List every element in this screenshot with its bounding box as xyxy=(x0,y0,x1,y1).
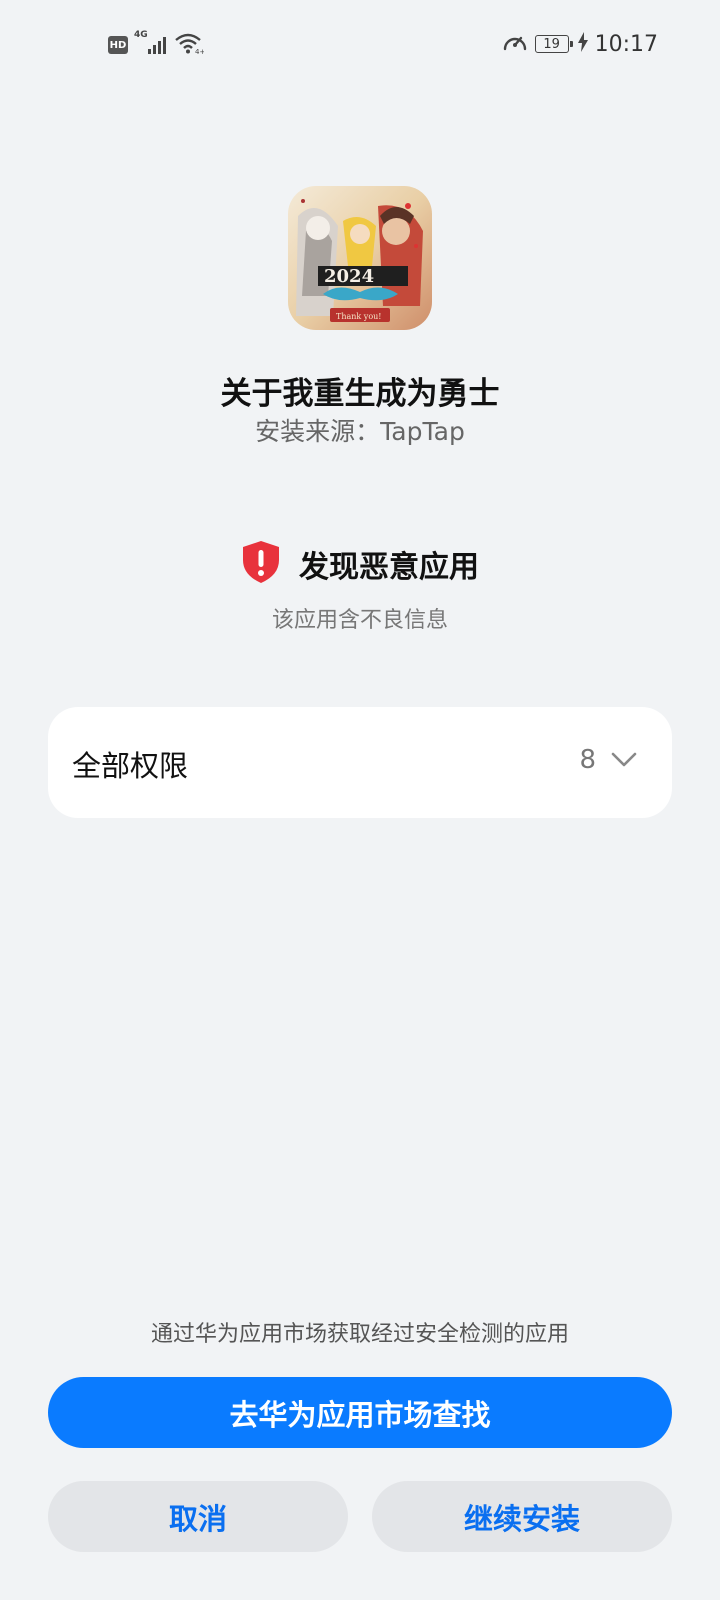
continue-install-button[interactable]: 继续安装 xyxy=(372,1481,672,1552)
battery-level: 19 xyxy=(543,36,560,52)
shield-alert-icon xyxy=(241,540,281,588)
open-app-market-button[interactable]: 去华为应用市场查找 xyxy=(48,1377,672,1448)
app-name: 关于我重生成为勇士 xyxy=(220,376,500,412)
permissions-label: 全部权限 xyxy=(72,749,189,783)
status-right: 19 10:17 xyxy=(502,30,658,58)
warning-description: 该应用含不良信息 xyxy=(271,608,448,633)
footer-note: 通过华为应用市场获取经过安全检测的应用 xyxy=(150,1322,569,1347)
permissions-count: 8 xyxy=(579,745,596,775)
battery-icon: 19 xyxy=(534,35,573,53)
svg-text:4+: 4+ xyxy=(195,48,204,54)
game-artwork-icon: 2024 Thank you! xyxy=(288,186,432,330)
hd-badge: HD xyxy=(108,36,128,54)
clock: 10:17 xyxy=(594,31,658,57)
signal-icon: 4G xyxy=(134,30,168,56)
warning-row: 发现恶意应用 xyxy=(0,540,720,588)
status-bar: HD 4G 4+ 19 10:17 xyxy=(0,0,720,90)
status-left: HD 4G 4+ xyxy=(108,30,205,58)
chevron-down-icon[interactable] xyxy=(610,745,638,777)
install-source: 安装来源：TapTap xyxy=(255,417,465,446)
warning-title: 发现恶意应用 xyxy=(299,550,479,585)
svg-text:2024: 2024 xyxy=(324,266,374,287)
cancel-button[interactable]: 取消 xyxy=(48,1481,348,1552)
wifi-icon: 4+ xyxy=(174,32,205,58)
speedometer-icon xyxy=(502,30,528,58)
charging-icon xyxy=(577,32,588,56)
permissions-card[interactable]: 全部权限 8 xyxy=(48,707,672,818)
svg-text:Thank you!: Thank you! xyxy=(336,312,382,321)
